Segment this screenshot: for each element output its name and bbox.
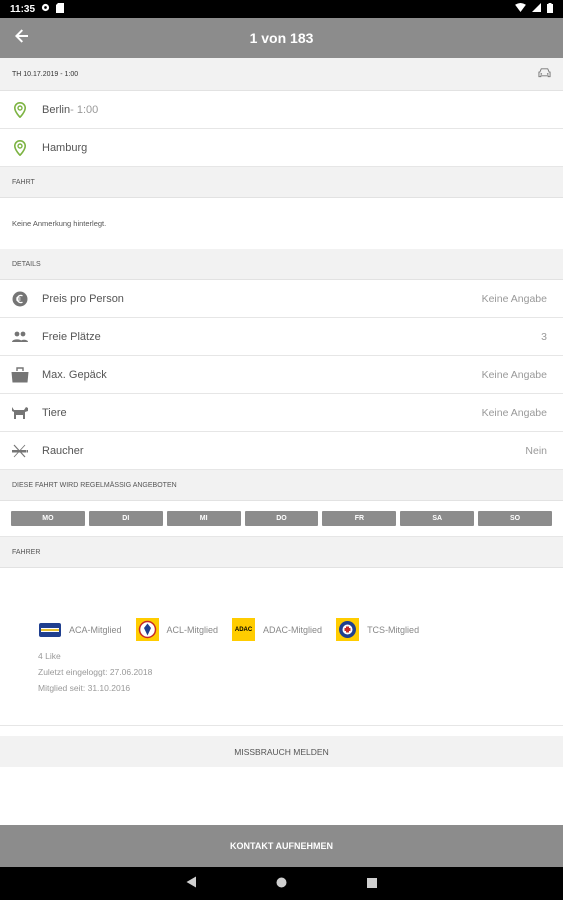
detail-value: 3 [541, 330, 547, 343]
detail-label: Raucher [42, 444, 84, 457]
wifi-icon [515, 3, 526, 15]
club-label: ADAC-Mitglied [263, 624, 323, 635]
tcs-logo [336, 618, 360, 641]
location-pin-icon [11, 101, 29, 118]
driver-member-since: Mitglied seit: 31.10.2016 [38, 683, 131, 693]
trip-details: TH 10.17.2019 - 1:00 Berlin - 1:00 Hambu… [0, 58, 563, 726]
detail-value: Keine Angabe [481, 368, 547, 381]
app-bar: 1 von 183 [0, 18, 563, 58]
departure-city: Berlin [42, 103, 71, 116]
pet-icon [11, 406, 29, 420]
square-recents-icon [366, 875, 377, 893]
page-title: 1 von 183 [249, 30, 314, 46]
back-button[interactable] [0, 18, 44, 58]
detail-value: Keine Angabe [481, 406, 547, 419]
nav-home-button[interactable] [272, 874, 292, 894]
section-header-regular: DIESE FAHRT WIRD REGELMÄSSIG ANGEBOTEN [0, 470, 563, 501]
acl-logo [135, 618, 159, 641]
detail-label: Tiere [42, 406, 67, 419]
euro-icon [11, 291, 29, 307]
contact-button[interactable]: KONTAKT AUFNEHMEN [0, 825, 563, 867]
battery-icon [547, 2, 553, 16]
day-chip-fr: FR [322, 511, 397, 526]
detail-label: Freie Plätze [42, 330, 101, 343]
day-chip-mi: MI [166, 511, 241, 526]
arrow-back-icon [15, 28, 29, 48]
detail-row-pets: Tiere Keine Angabe [0, 394, 563, 432]
settings-icon [41, 3, 50, 15]
section-header-fahrt: FAHRT [0, 167, 563, 198]
destination-location: Hamburg [0, 129, 563, 167]
day-chip-so: SO [478, 511, 553, 526]
club-label: TCS-Mitglied [367, 624, 420, 635]
adac-logo: ADAC [232, 618, 256, 641]
day-chip-di: DI [88, 511, 163, 526]
detail-row-seats: Freie Plätze 3 [0, 318, 563, 356]
detail-value: Nein [525, 444, 547, 457]
club-label: ACL-Mitglied [166, 624, 219, 635]
smoking-icon [11, 444, 29, 458]
trip-date: TH 10.17.2019 - 1:00 [12, 70, 79, 78]
detail-row-price: Preis pro Person Keine Angabe [0, 280, 563, 318]
departure-time: - 1:00 [70, 103, 99, 116]
driver-last-login: Zuletzt eingeloggt: 27.06.2018 [38, 667, 153, 677]
day-chip-mo: MO [11, 511, 85, 526]
detail-row-smoking: Raucher Nein [0, 432, 563, 470]
people-icon [11, 331, 29, 343]
driver-info: ACA-Mitglied ACL-Mitglied ADAC ADAC-Mitg… [0, 568, 563, 726]
trip-date-row: TH 10.17.2019 - 1:00 [0, 58, 563, 91]
club-adac: ADAC ADAC-Mitglied [232, 618, 322, 641]
detail-label: Max. Gepäck [42, 368, 107, 381]
nav-recents-button[interactable] [362, 874, 382, 894]
system-nav-bar [0, 867, 563, 900]
section-header-fahrer: FAHRER [0, 537, 563, 568]
detail-value: Keine Angabe [481, 292, 547, 305]
destination-city: Hamburg [42, 141, 88, 154]
sd-card-icon [56, 2, 65, 16]
aca-logo [38, 618, 61, 641]
luggage-icon [11, 366, 29, 383]
day-chip-do: DO [244, 511, 319, 526]
status-time: 11:35 [10, 3, 36, 15]
report-abuse-button[interactable]: MISSBRAUCH MELDEN [0, 736, 563, 767]
driver-likes: 4 Like [38, 651, 61, 661]
circle-home-icon [276, 875, 287, 893]
club-acl: ACL-Mitglied [135, 618, 219, 641]
car-icon [538, 68, 551, 80]
status-bar: 11:35 [0, 0, 563, 18]
club-label: ACA-Mitglied [69, 624, 122, 635]
nav-back-button[interactable] [182, 874, 202, 894]
club-tcs: TCS-Mitglied [336, 618, 419, 641]
day-chip-sa: SA [400, 511, 475, 526]
detail-label: Preis pro Person [42, 292, 124, 305]
weekday-chips: MO DI MI DO FR SA SO [0, 501, 563, 537]
signal-icon [532, 3, 541, 15]
club-memberships: ACA-Mitglied ACL-Mitglied ADAC ADAC-Mitg… [38, 618, 563, 641]
section-header-details: DETAILS [0, 249, 563, 280]
trip-note: Keine Anmerkung hinterlegt. [12, 219, 107, 228]
detail-row-luggage: Max. Gepäck Keine Angabe [0, 356, 563, 394]
club-aca: ACA-Mitglied [38, 618, 122, 641]
triangle-back-icon [186, 875, 197, 893]
location-pin-icon [11, 139, 29, 156]
departure-location: Berlin - 1:00 [0, 91, 563, 129]
